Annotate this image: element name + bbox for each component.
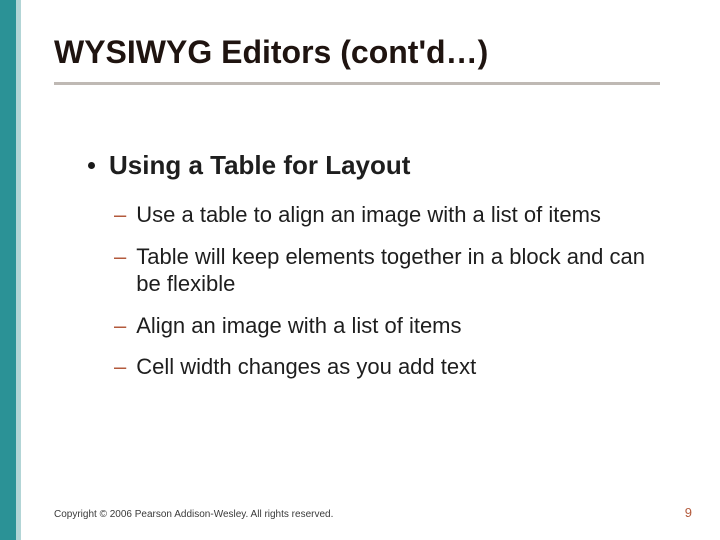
copyright-footer: Copyright © 2006 Pearson Addison-Wesley.…	[54, 509, 333, 520]
slide-title: WYSIWYG Editors (cont'd…)	[54, 34, 680, 71]
title-container: WYSIWYG Editors (cont'd…)	[54, 34, 680, 71]
list-item: – Cell width changes as you add text	[114, 353, 670, 381]
list-item: – Table will keep elements together in a…	[114, 243, 670, 298]
bullet-heading: Using a Table for Layout	[109, 150, 410, 181]
left-accent-bar	[0, 0, 16, 540]
dash-icon: –	[114, 312, 126, 340]
page-number: 9	[685, 505, 692, 520]
dash-icon: –	[114, 243, 126, 271]
left-accent-inner-bar	[16, 0, 21, 540]
dash-icon: –	[114, 353, 126, 381]
bullet-level1: Using a Table for Layout	[88, 150, 670, 181]
list-item: – Align an image with a list of items	[114, 312, 670, 340]
title-underline	[54, 82, 660, 85]
sub-bullet-text: Table will keep elements together in a b…	[136, 243, 670, 298]
content-area: Using a Table for Layout – Use a table t…	[88, 150, 670, 395]
sub-bullet-text: Use a table to align an image with a lis…	[136, 201, 601, 229]
slide: WYSIWYG Editors (cont'd…) Using a Table …	[0, 0, 720, 540]
bullet-dot-icon	[88, 162, 95, 169]
sub-bullet-list: – Use a table to align an image with a l…	[114, 201, 670, 381]
sub-bullet-text: Cell width changes as you add text	[136, 353, 476, 381]
dash-icon: –	[114, 201, 126, 229]
list-item: – Use a table to align an image with a l…	[114, 201, 670, 229]
sub-bullet-text: Align an image with a list of items	[136, 312, 461, 340]
